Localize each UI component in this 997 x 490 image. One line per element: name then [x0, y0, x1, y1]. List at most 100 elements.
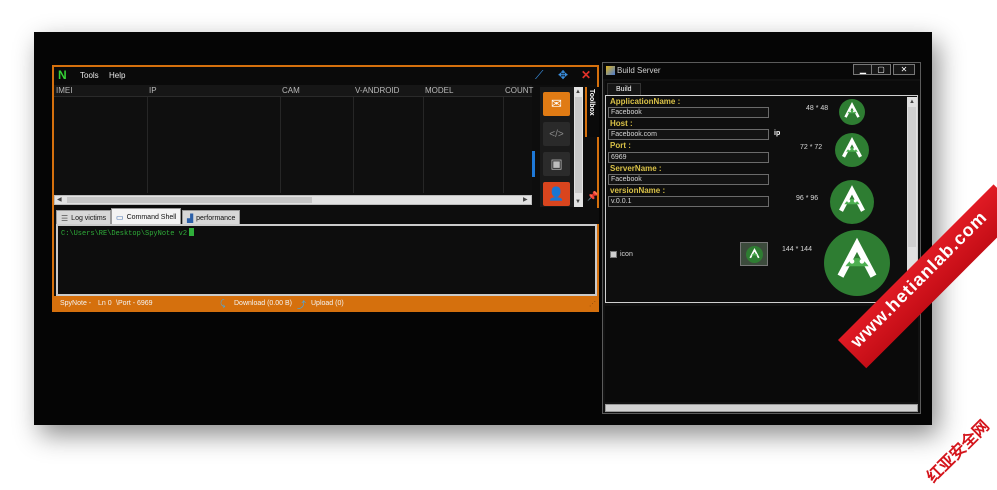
toolbox-panel: ✉ </> ▣ 👤	[540, 87, 574, 207]
scroll-up-icon[interactable]: ▲	[909, 98, 915, 106]
ip-label: ip	[774, 130, 781, 137]
server-name-input[interactable]: Facebook	[608, 174, 769, 185]
text-cursor	[189, 228, 195, 236]
tab-performance[interactable]: ▟ performance	[182, 210, 241, 224]
icon-size-48: 48 * 48	[806, 105, 829, 112]
tab-command-shell[interactable]: ▭ Command Shell	[111, 208, 182, 224]
android-icon-48	[839, 99, 865, 125]
grid-horizontal-scrollbar[interactable]: ◀ ▶	[54, 195, 532, 205]
menu-help[interactable]: Help	[109, 71, 125, 80]
host-label: Host :	[610, 119, 633, 128]
column-divider	[353, 97, 354, 193]
screenshot-stage: N Tools Help ⟋ ✥ ✕ IMEI IP CAM V-ANDROID…	[0, 0, 997, 490]
scroll-left-icon[interactable]: ◀	[57, 196, 62, 204]
shell-prompt: C:\Users\RE\Desktop\SpyNote v2	[61, 228, 195, 238]
toolbox-tab-label: Toolbox	[588, 89, 595, 116]
spynote-main-window: N Tools Help ⟋ ✥ ✕ IMEI IP CAM V-ANDROID…	[52, 65, 599, 312]
android-icon-72	[835, 133, 869, 167]
port-input[interactable]: 6969	[608, 152, 769, 163]
column-v-android[interactable]: V-ANDROID	[355, 86, 399, 95]
close-icon[interactable]: ✕	[581, 68, 591, 82]
mail-icon: ✉	[551, 96, 562, 111]
android-icon-96	[830, 180, 874, 224]
move-window-icon[interactable]: ✥	[558, 68, 568, 82]
version-name-label: versionName :	[610, 186, 666, 195]
status-line: Ln 0	[98, 300, 112, 307]
icon-size-72: 72 * 72	[800, 144, 823, 151]
chart-icon: ▟	[187, 213, 194, 223]
terminal-icon: ▭	[116, 212, 124, 222]
pin-window-icon[interactable]: ⟋	[535, 68, 543, 82]
app-name-input[interactable]: Facebook	[608, 107, 769, 118]
shell-prompt-text: C:\Users\RE\Desktop\SpyNote v2	[61, 230, 188, 238]
icon-size-144: 144 * 144	[782, 246, 812, 253]
scroll-right-icon[interactable]: ▶	[523, 196, 528, 204]
tab-label: Command Shell	[126, 213, 177, 221]
column-model[interactable]: MODEL	[425, 86, 453, 95]
watermark-brand: 红亚安全网	[924, 417, 993, 487]
contacts-button[interactable]: 👤	[543, 182, 570, 206]
status-app: SpyNote -	[60, 300, 92, 307]
column-divider	[423, 97, 424, 193]
minimize-button[interactable]: ▁	[853, 64, 873, 75]
close-button[interactable]: ✕	[893, 64, 915, 75]
build-title: Build Server	[617, 66, 661, 75]
status-bar: SpyNote - Ln 0 \Port - 6969 ⤹ Download (…	[54, 296, 599, 312]
status-upload: Upload (0)	[311, 300, 344, 307]
toolbox-vertical-scrollbar[interactable]: ▲ ▼	[574, 87, 583, 207]
folder-button[interactable]: ▣	[543, 152, 570, 176]
pin-icon[interactable]: 📌	[587, 191, 598, 202]
scrollbar-thumb[interactable]	[67, 197, 312, 203]
column-divider	[147, 97, 148, 193]
version-name-input[interactable]: v.0.0.1	[608, 196, 769, 207]
app-name-label: ApplicationName :	[610, 97, 681, 106]
mail-button[interactable]: ✉	[543, 92, 570, 116]
tab-label: Log victims	[71, 214, 107, 222]
status-port: \Port - 6969	[116, 300, 153, 307]
folder-icon: ▣	[550, 156, 563, 171]
column-divider	[280, 97, 281, 193]
toolbox-tab[interactable]: Toolbox	[585, 87, 599, 137]
menu-bar: N Tools Help ⟋ ✥ ✕	[54, 67, 597, 85]
bottom-tabs: ☰ Log victims ▭ Command Shell ▟ performa…	[54, 208, 599, 224]
scrollbar-thumb[interactable]	[908, 107, 916, 247]
menu-tools[interactable]: Tools	[80, 71, 99, 80]
tab-build[interactable]: Build	[607, 83, 641, 95]
scroll-up-icon[interactable]: ▲	[575, 88, 581, 96]
port-label: Port :	[610, 141, 631, 150]
build-form: ApplicationName : Facebook Host : Facebo…	[605, 95, 918, 303]
build-tab-strip: Build	[605, 81, 920, 95]
build-title-bar: Build Server ▁ ▢ ✕	[603, 63, 920, 79]
status-download: Download (0.00 B)	[234, 300, 292, 307]
maximize-button[interactable]: ▢	[871, 64, 891, 75]
choose-icon-button[interactable]	[740, 242, 768, 266]
upload-icon: ⤴	[297, 300, 307, 310]
code-button[interactable]: </>	[543, 122, 570, 146]
app-icon	[606, 66, 615, 75]
server-name-label: ServerName :	[610, 164, 662, 173]
victims-grid[interactable]	[54, 97, 532, 195]
selection-marker	[532, 151, 535, 177]
spynote-logo-icon: N	[58, 68, 67, 82]
icon-checkbox[interactable]	[610, 251, 617, 258]
resize-grip-icon[interactable]: ⋰	[589, 300, 596, 308]
tab-log-victims[interactable]: ☰ Log victims	[56, 210, 112, 224]
column-ip[interactable]: IP	[149, 86, 157, 95]
scroll-down-icon[interactable]: ▼	[575, 198, 581, 206]
column-count[interactable]: COUNT	[505, 86, 533, 95]
column-divider	[503, 97, 504, 193]
android-icon	[746, 246, 763, 263]
android-icon-144	[824, 230, 890, 296]
code-icon: </>	[549, 128, 564, 140]
scrollbar-thumb[interactable]	[575, 97, 582, 193]
icon-checkbox-label: icon	[620, 251, 633, 258]
host-input[interactable]: Facebook.com	[608, 129, 769, 140]
victims-grid-header: IMEI IP CAM V-ANDROID MODEL COUNT	[54, 85, 533, 97]
list-icon: ☰	[61, 213, 69, 223]
contact-icon: 👤	[548, 186, 565, 201]
build-progress-bar	[605, 404, 918, 412]
command-shell[interactable]: C:\Users\RE\Desktop\SpyNote v2	[56, 224, 597, 296]
column-imei[interactable]: IMEI	[56, 86, 72, 95]
column-cam[interactable]: CAM	[282, 86, 300, 95]
icon-size-96: 96 * 96	[796, 195, 819, 202]
